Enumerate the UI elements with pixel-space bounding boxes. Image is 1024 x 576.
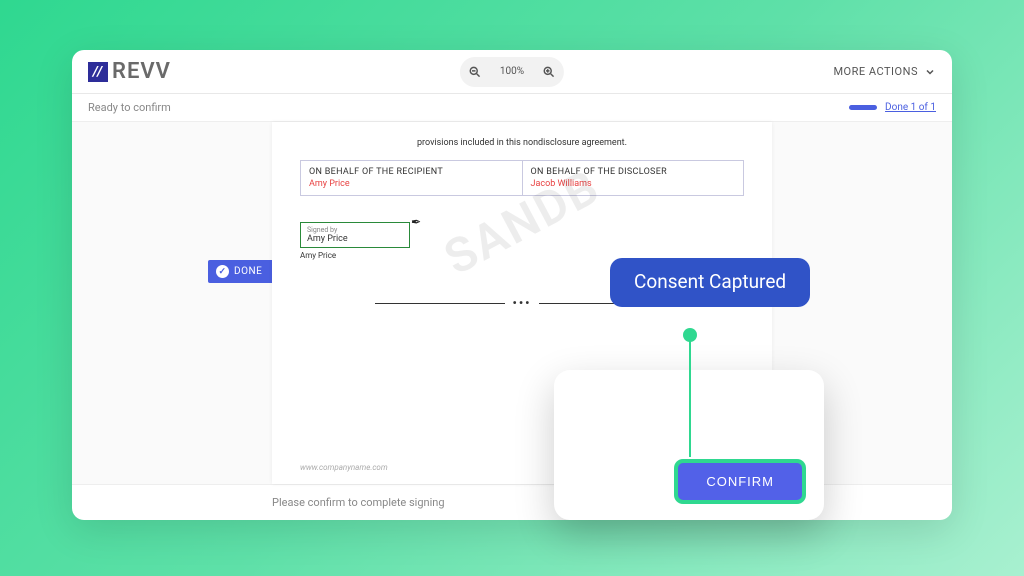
discloser-cell: ON BEHALF OF THE DISCLOSER Jacob William… [522,161,744,195]
signature-table: ON BEHALF OF THE RECIPIENT Amy Price ON … [300,160,744,196]
discloser-label: ON BEHALF OF THE DISCLOSER [531,167,736,177]
divider-dots: ••• [513,296,532,310]
recipient-cell: ON BEHALF OF THE RECIPIENT Amy Price [301,161,522,195]
discloser-name: Jacob Williams [531,179,736,189]
brand-name: REVV [112,59,171,84]
status-text: Ready to confirm [88,101,171,114]
annotation-callout: Consent Captured [610,258,810,307]
subheader: Ready to confirm Done 1 of 1 [72,94,952,122]
progress-wrap: Done 1 of 1 [849,102,936,113]
signed-by-label: Signed by [307,226,399,234]
signature-block: Signed by Amy Price ✒ Amy Price [300,222,744,260]
annotation-connector [689,335,691,457]
bottom-message: Please confirm to complete signing [272,496,445,509]
done-label: DONE [234,266,262,277]
recipient-name: Amy Price [309,179,514,189]
chevron-down-icon [924,66,936,78]
signer-name: Amy Price [307,234,399,244]
progress-link[interactable]: Done 1 of 1 [885,102,936,113]
progress-bar [849,105,877,110]
zoom-control: 100% [460,57,564,87]
header: // REVV 100% MORE ACTIONS [72,50,952,94]
zoom-level: 100% [494,66,530,77]
brand-badge: // [88,62,108,82]
footer-url: www.companyname.com [300,463,388,472]
check-icon: ✓ [216,265,229,278]
divider-line-left [375,303,505,304]
signature-field[interactable]: Signed by Amy Price ✒ [300,222,410,248]
zoom-in-icon [542,65,556,79]
document-text-line: provisions included in this nondisclosur… [300,138,744,148]
more-actions-label: MORE ACTIONS [833,65,918,78]
brand-logo: // REVV [88,59,171,84]
annotation-dot [683,328,697,342]
zoom-out-icon [468,65,482,79]
annotation-callout-text: Consent Captured [634,270,786,293]
more-actions-menu[interactable]: MORE ACTIONS [833,65,936,78]
pen-icon: ✒ [411,215,421,229]
done-badge[interactable]: ✓ DONE [208,260,274,283]
confirm-button[interactable]: CONFIRM [678,463,802,500]
recipient-label: ON BEHALF OF THE RECIPIENT [309,167,514,177]
zoom-out-button[interactable] [462,59,488,85]
zoom-in-button[interactable] [536,59,562,85]
